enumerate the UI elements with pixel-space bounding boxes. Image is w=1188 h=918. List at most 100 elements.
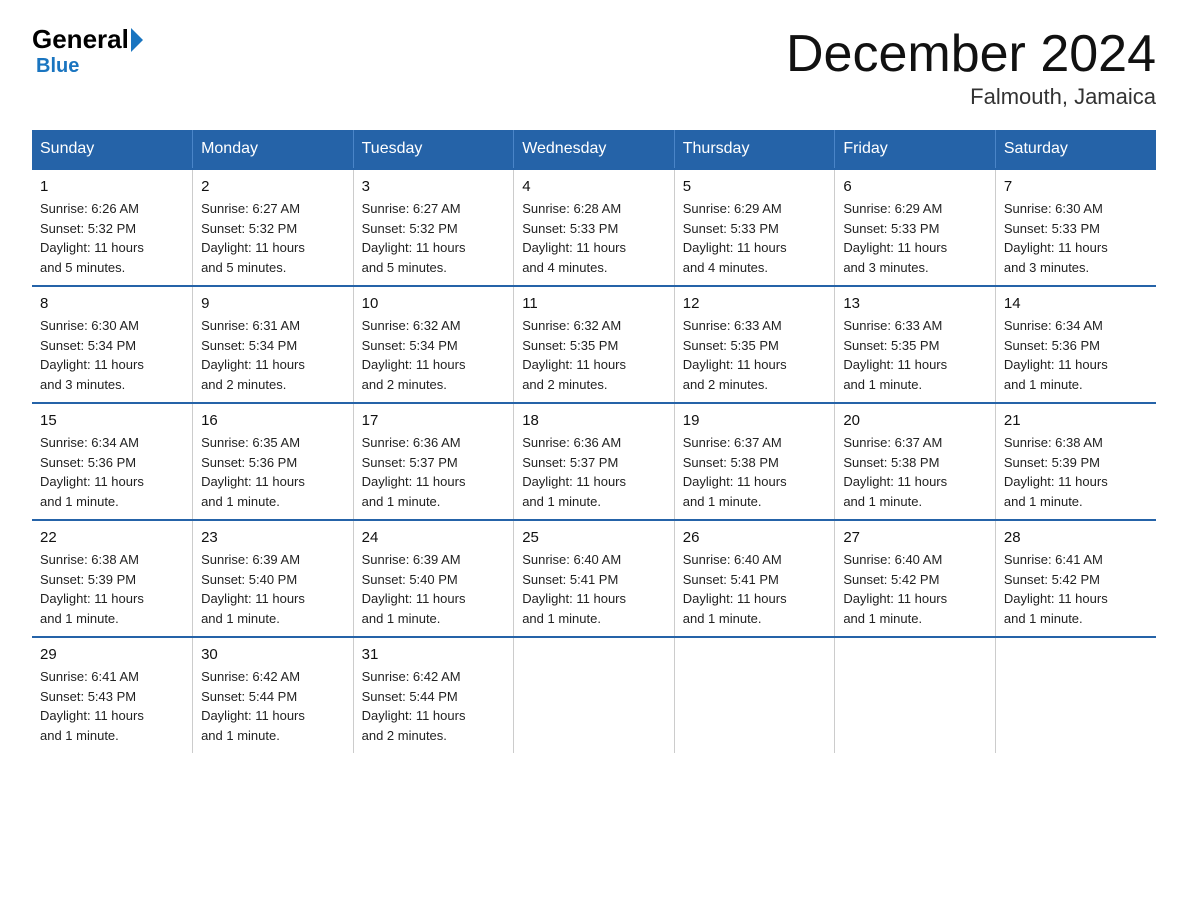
calendar-cell: 24 Sunrise: 6:39 AMSunset: 5:40 PMDayligh…	[353, 520, 514, 637]
day-info: Sunrise: 6:34 AMSunset: 5:36 PMDaylight:…	[1004, 316, 1148, 394]
day-info: Sunrise: 6:30 AMSunset: 5:34 PMDaylight:…	[40, 316, 184, 394]
day-number: 26	[683, 529, 827, 546]
header-row: SundayMondayTuesdayWednesdayThursdayFrid…	[32, 130, 1156, 169]
calendar-cell: 29 Sunrise: 6:41 AMSunset: 5:43 PMDayligh…	[32, 637, 193, 753]
calendar-table: SundayMondayTuesdayWednesdayThursdayFrid…	[32, 130, 1156, 753]
calendar-cell: 18 Sunrise: 6:36 AMSunset: 5:37 PMDayligh…	[514, 403, 675, 520]
day-info: Sunrise: 6:28 AMSunset: 5:33 PMDaylight:…	[522, 199, 666, 277]
day-number: 29	[40, 646, 184, 663]
calendar-week-1: 1 Sunrise: 6:26 AMSunset: 5:32 PMDaylight…	[32, 169, 1156, 286]
day-number: 4	[522, 178, 666, 195]
day-info: Sunrise: 6:29 AMSunset: 5:33 PMDaylight:…	[843, 199, 987, 277]
calendar-cell	[835, 637, 996, 753]
day-number: 30	[201, 646, 345, 663]
day-number: 19	[683, 412, 827, 429]
calendar-cell	[514, 637, 675, 753]
day-info: Sunrise: 6:38 AMSunset: 5:39 PMDaylight:…	[1004, 433, 1148, 511]
day-info: Sunrise: 6:36 AMSunset: 5:37 PMDaylight:…	[522, 433, 666, 511]
day-info: Sunrise: 6:39 AMSunset: 5:40 PMDaylight:…	[201, 550, 345, 628]
logo-general-text: General	[32, 24, 129, 55]
day-number: 9	[201, 295, 345, 312]
day-number: 1	[40, 178, 184, 195]
day-number: 17	[362, 412, 506, 429]
day-info: Sunrise: 6:29 AMSunset: 5:33 PMDaylight:…	[683, 199, 827, 277]
calendar-cell: 28 Sunrise: 6:41 AMSunset: 5:42 PMDayligh…	[995, 520, 1156, 637]
calendar-cell: 16 Sunrise: 6:35 AMSunset: 5:36 PMDayligh…	[193, 403, 354, 520]
calendar-cell: 2Sunrise: 6:27 AMSunset: 5:32 PMDaylight…	[193, 169, 354, 286]
header-cell-wednesday: Wednesday	[514, 130, 675, 169]
day-info: Sunrise: 6:31 AMSunset: 5:34 PMDaylight:…	[201, 316, 345, 394]
calendar-body: 1 Sunrise: 6:26 AMSunset: 5:32 PMDaylight…	[32, 169, 1156, 753]
calendar-cell: 12 Sunrise: 6:33 AMSunset: 5:35 PMDayligh…	[674, 286, 835, 403]
day-number: 14	[1004, 295, 1148, 312]
location-subtitle: Falmouth, Jamaica	[786, 84, 1156, 110]
calendar-cell: 23 Sunrise: 6:39 AMSunset: 5:40 PMDayligh…	[193, 520, 354, 637]
day-info: Sunrise: 6:27 AMSunset: 5:32 PMDaylight:…	[201, 199, 345, 277]
calendar-cell: 26 Sunrise: 6:40 AMSunset: 5:41 PMDayligh…	[674, 520, 835, 637]
day-number: 22	[40, 529, 184, 546]
day-number: 20	[843, 412, 987, 429]
title-area: December 2024 Falmouth, Jamaica	[786, 24, 1156, 110]
day-number: 8	[40, 295, 184, 312]
day-number: 11	[522, 295, 666, 312]
header-cell-tuesday: Tuesday	[353, 130, 514, 169]
header-cell-monday: Monday	[193, 130, 354, 169]
calendar-cell: 31Sunrise: 6:42 AMSunset: 5:44 PMDayligh…	[353, 637, 514, 753]
day-info: Sunrise: 6:40 AMSunset: 5:41 PMDaylight:…	[683, 550, 827, 628]
day-number: 6	[843, 178, 987, 195]
day-number: 21	[1004, 412, 1148, 429]
day-info: Sunrise: 6:41 AMSunset: 5:42 PMDaylight:…	[1004, 550, 1148, 628]
day-number: 12	[683, 295, 827, 312]
calendar-cell: 20 Sunrise: 6:37 AMSunset: 5:38 PMDayligh…	[835, 403, 996, 520]
calendar-cell: 1 Sunrise: 6:26 AMSunset: 5:32 PMDaylight…	[32, 169, 193, 286]
calendar-cell: 11Sunrise: 6:32 AMSunset: 5:35 PMDayligh…	[514, 286, 675, 403]
logo: General Blue	[32, 24, 148, 78]
day-number: 23	[201, 529, 345, 546]
calendar-cell: 5 Sunrise: 6:29 AMSunset: 5:33 PMDaylight…	[674, 169, 835, 286]
day-number: 5	[683, 178, 827, 195]
day-info: Sunrise: 6:38 AMSunset: 5:39 PMDaylight:…	[40, 550, 184, 628]
calendar-week-4: 22 Sunrise: 6:38 AMSunset: 5:39 PMDayligh…	[32, 520, 1156, 637]
header-cell-friday: Friday	[835, 130, 996, 169]
day-info: Sunrise: 6:33 AMSunset: 5:35 PMDaylight:…	[683, 316, 827, 394]
logo-bottom-text: Blue	[36, 55, 79, 78]
day-info: Sunrise: 6:34 AMSunset: 5:36 PMDaylight:…	[40, 433, 184, 511]
day-info: Sunrise: 6:30 AMSunset: 5:33 PMDaylight:…	[1004, 199, 1148, 277]
day-info: Sunrise: 6:35 AMSunset: 5:36 PMDaylight:…	[201, 433, 345, 511]
day-info: Sunrise: 6:27 AMSunset: 5:32 PMDaylight:…	[362, 199, 506, 277]
calendar-cell: 19Sunrise: 6:37 AMSunset: 5:38 PMDayligh…	[674, 403, 835, 520]
calendar-week-5: 29 Sunrise: 6:41 AMSunset: 5:43 PMDayligh…	[32, 637, 1156, 753]
logo-chevron-icon	[131, 28, 143, 52]
day-info: Sunrise: 6:41 AMSunset: 5:43 PMDaylight:…	[40, 667, 184, 745]
day-number: 24	[362, 529, 506, 546]
day-number: 28	[1004, 529, 1148, 546]
day-info: Sunrise: 6:37 AMSunset: 5:38 PMDaylight:…	[843, 433, 987, 511]
calendar-cell: 21 Sunrise: 6:38 AMSunset: 5:39 PMDayligh…	[995, 403, 1156, 520]
main-title: December 2024	[786, 24, 1156, 84]
calendar-cell: 22 Sunrise: 6:38 AMSunset: 5:39 PMDayligh…	[32, 520, 193, 637]
calendar-cell: 6 Sunrise: 6:29 AMSunset: 5:33 PMDaylight…	[835, 169, 996, 286]
day-number: 27	[843, 529, 987, 546]
day-number: 3	[362, 178, 506, 195]
day-number: 18	[522, 412, 666, 429]
day-info: Sunrise: 6:26 AMSunset: 5:32 PMDaylight:…	[40, 199, 184, 277]
day-number: 16	[201, 412, 345, 429]
day-number: 15	[40, 412, 184, 429]
page-header: General Blue December 2024 Falmouth, Jam…	[32, 24, 1156, 110]
calendar-cell: 9 Sunrise: 6:31 AMSunset: 5:34 PMDaylight…	[193, 286, 354, 403]
calendar-cell: 7 Sunrise: 6:30 AMSunset: 5:33 PMDaylight…	[995, 169, 1156, 286]
calendar-cell: 14 Sunrise: 6:34 AMSunset: 5:36 PMDayligh…	[995, 286, 1156, 403]
day-info: Sunrise: 6:39 AMSunset: 5:40 PMDaylight:…	[362, 550, 506, 628]
calendar-cell: 30Sunrise: 6:42 AMSunset: 5:44 PMDayligh…	[193, 637, 354, 753]
calendar-cell: 10Sunrise: 6:32 AMSunset: 5:34 PMDayligh…	[353, 286, 514, 403]
day-number: 10	[362, 295, 506, 312]
calendar-cell: 3 Sunrise: 6:27 AMSunset: 5:32 PMDaylight…	[353, 169, 514, 286]
day-number: 13	[843, 295, 987, 312]
calendar-cell: 13Sunrise: 6:33 AMSunset: 5:35 PMDayligh…	[835, 286, 996, 403]
header-cell-thursday: Thursday	[674, 130, 835, 169]
calendar-cell: 25Sunrise: 6:40 AMSunset: 5:41 PMDayligh…	[514, 520, 675, 637]
calendar-cell: 27Sunrise: 6:40 AMSunset: 5:42 PMDayligh…	[835, 520, 996, 637]
day-info: Sunrise: 6:36 AMSunset: 5:37 PMDaylight:…	[362, 433, 506, 511]
day-number: 7	[1004, 178, 1148, 195]
calendar-cell: 4 Sunrise: 6:28 AMSunset: 5:33 PMDaylight…	[514, 169, 675, 286]
